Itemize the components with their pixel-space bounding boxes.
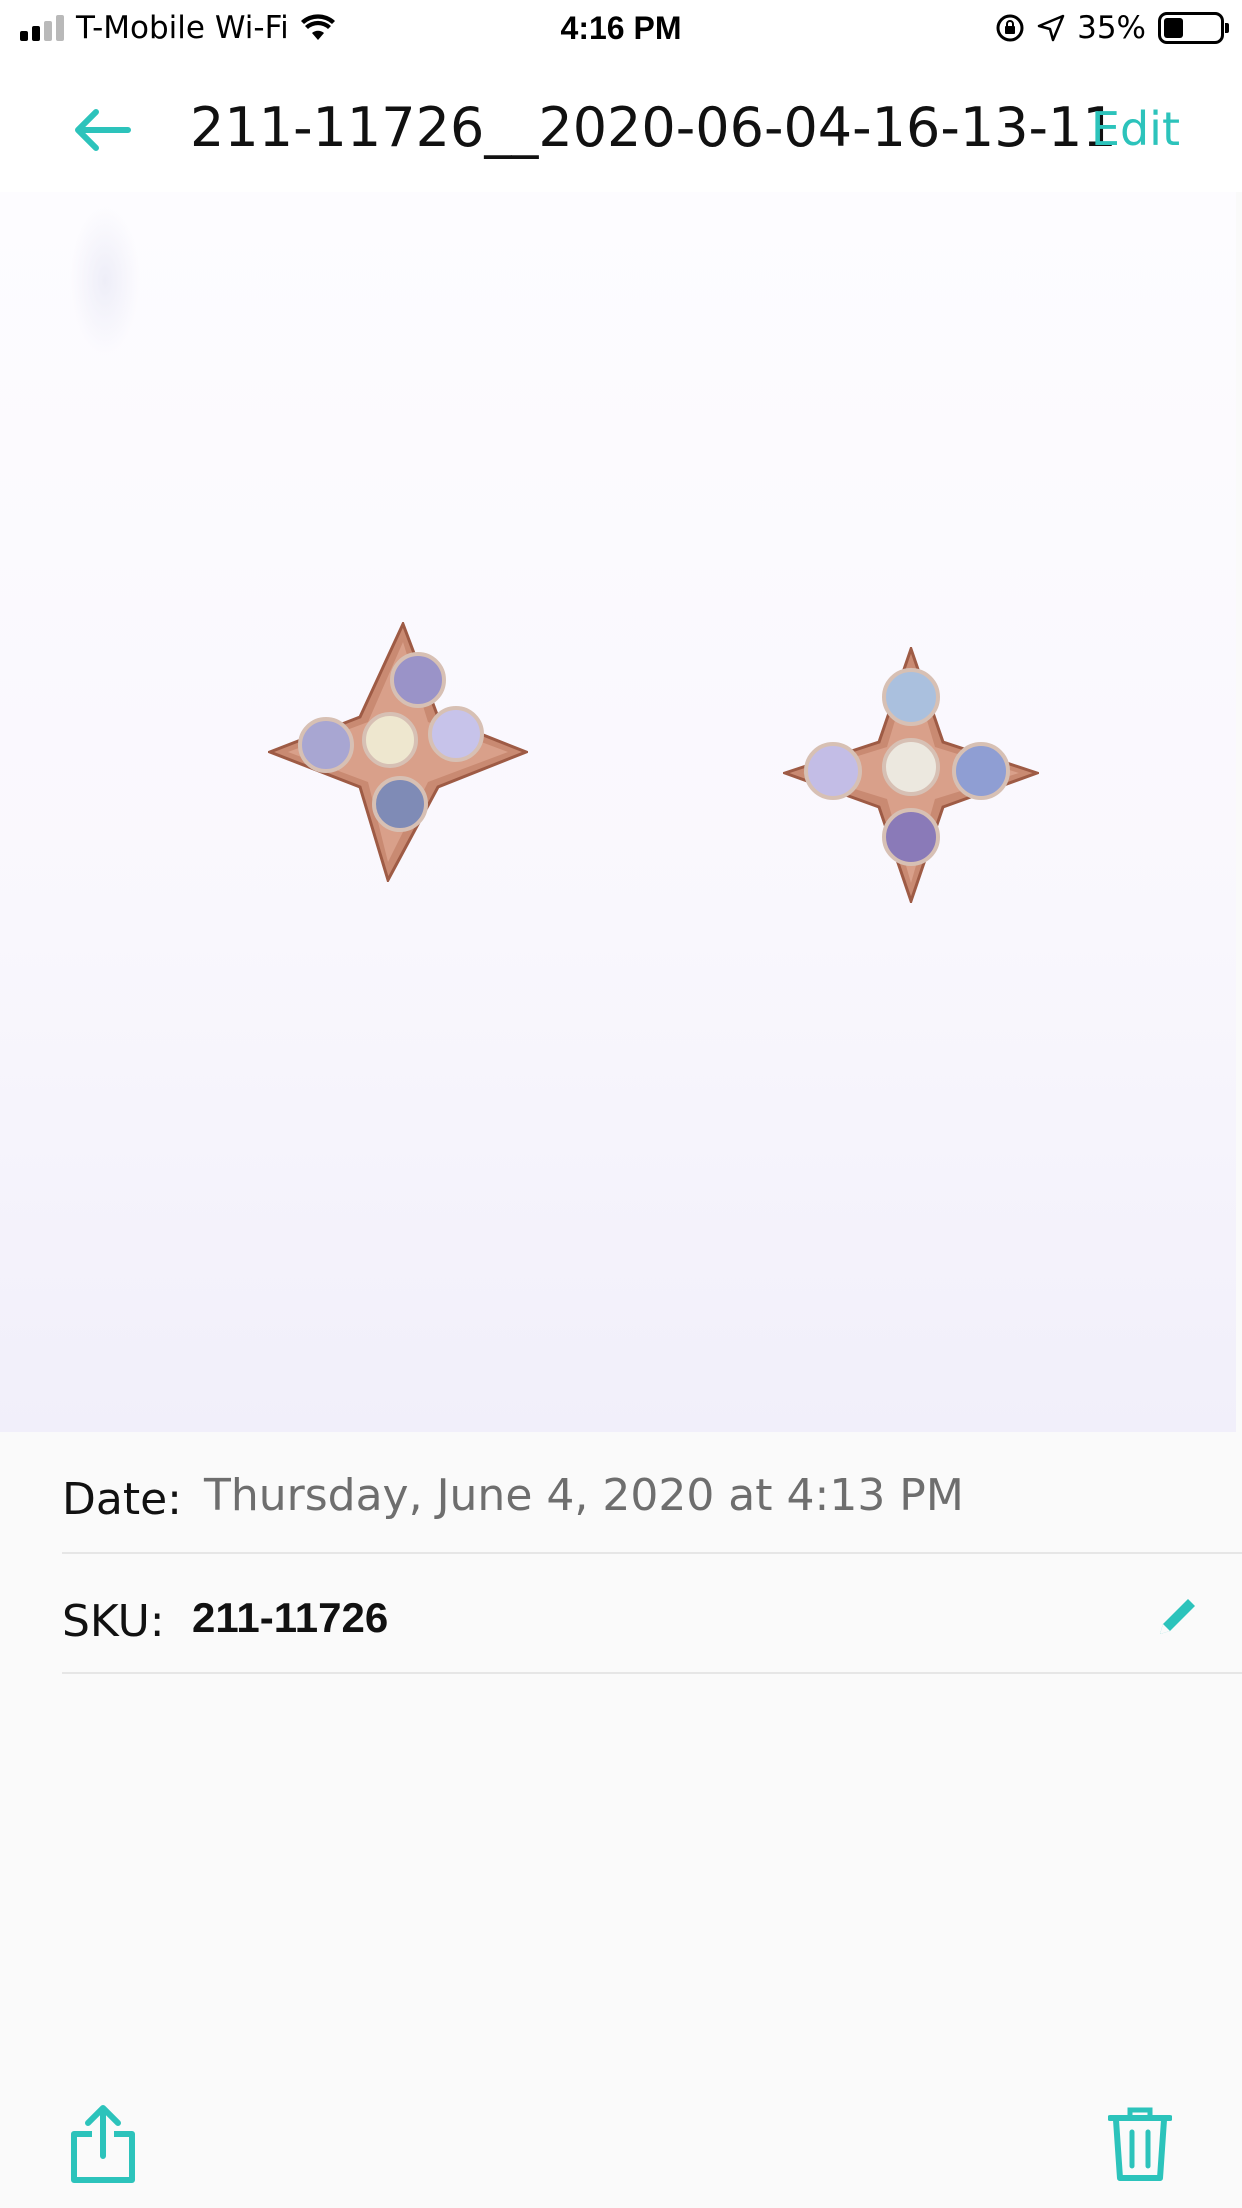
sku-value: 211-11726 bbox=[192, 1594, 389, 1641]
location-icon bbox=[1037, 14, 1065, 42]
earring-left-image bbox=[268, 622, 528, 882]
battery-fill bbox=[1164, 18, 1183, 38]
pencil-icon[interactable] bbox=[1154, 1592, 1202, 1640]
product-photo[interactable] bbox=[0, 192, 1242, 1432]
bottom-toolbar bbox=[0, 2076, 1242, 2208]
date-row: Date: Thursday, June 4, 2020 at 4:13 PM bbox=[62, 1432, 1242, 1554]
edit-button[interactable]: Edit bbox=[1091, 102, 1180, 156]
orientation-lock-icon bbox=[996, 14, 1024, 42]
date-label: Date: bbox=[62, 1474, 182, 1525]
date-value: Thursday, June 4, 2020 at 4:13 PM bbox=[204, 1470, 964, 1521]
share-icon[interactable] bbox=[70, 2104, 136, 2184]
photo-detail-screen: T-Mobile Wi-Fi 4:16 PM 35% 211-11726__20… bbox=[0, 0, 1242, 2208]
battery-icon bbox=[1158, 12, 1229, 44]
earring-right-image bbox=[783, 647, 1039, 903]
photo-smudge bbox=[70, 206, 140, 356]
back-arrow-icon[interactable] bbox=[66, 94, 138, 166]
nav-bar: 211-11726__2020-06-04-16-13-11 Edit bbox=[0, 66, 1242, 192]
sku-row: SKU: 211-11726 bbox=[62, 1554, 1242, 1674]
trash-icon[interactable] bbox=[1108, 2106, 1172, 2182]
photo-edge bbox=[1236, 192, 1242, 1432]
battery-percent: 35% bbox=[1077, 10, 1146, 46]
status-bar: T-Mobile Wi-Fi 4:16 PM 35% bbox=[0, 0, 1242, 66]
status-right: 35% bbox=[995, 10, 1229, 46]
page-title: 211-11726__2020-06-04-16-13-11 bbox=[190, 96, 1117, 159]
sku-label: SKU: bbox=[62, 1596, 165, 1647]
details-section: Date: Thursday, June 4, 2020 at 4:13 PM … bbox=[0, 1432, 1242, 1674]
